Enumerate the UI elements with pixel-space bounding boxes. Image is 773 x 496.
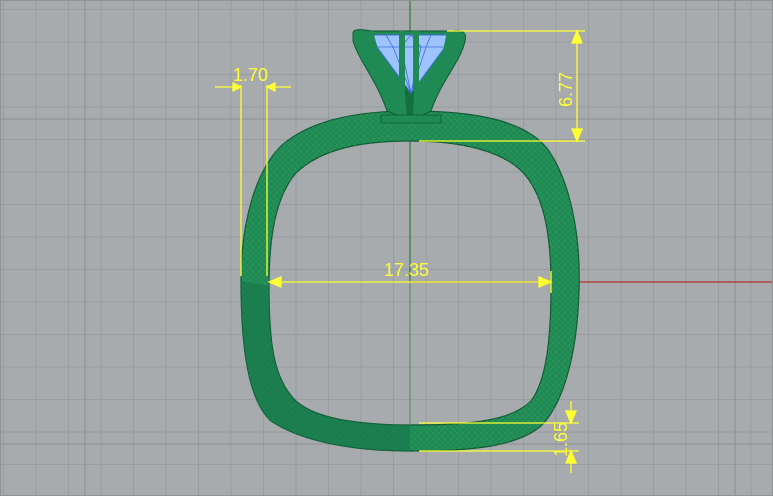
dimension-head-height-label: 6.77 — [556, 72, 576, 107]
prong-center-left — [399, 31, 405, 91]
ring-shadow — [241, 281, 410, 451]
dimension-inner-diameter-label: 17.35 — [384, 260, 429, 280]
ring-gallery — [380, 114, 442, 124]
rhino-viewport-front[interactable]: 1.70 17.35 6.77 1.65 — [0, 0, 773, 496]
dimension-bottom-thickness-label: 1.65 — [551, 422, 571, 457]
prong-center-right — [413, 31, 419, 91]
viewport-canvas[interactable]: 1.70 17.35 6.77 1.65 — [1, 1, 773, 496]
dimension-shank-width-label: 1.70 — [233, 65, 268, 85]
